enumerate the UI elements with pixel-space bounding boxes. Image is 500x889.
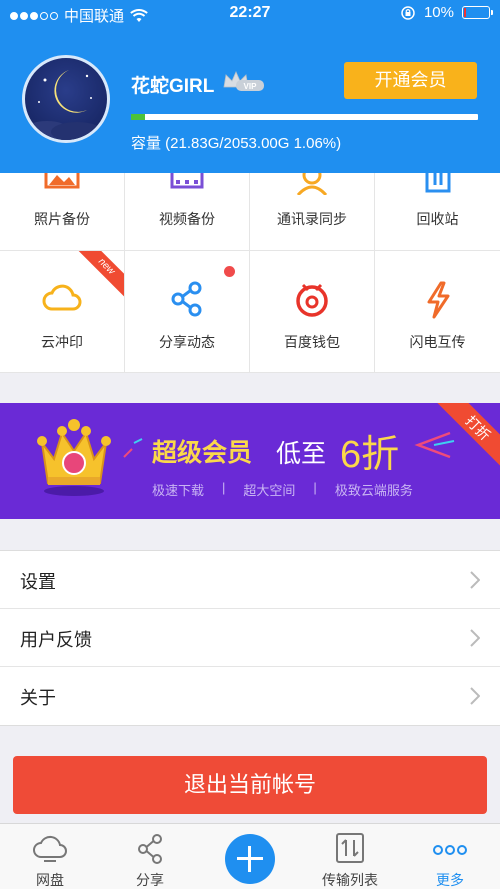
tab-netdisk[interactable]: 网盘 bbox=[0, 824, 100, 889]
menu-item-about[interactable]: 关于 bbox=[0, 667, 500, 725]
grid-item-photo-backup[interactable]: 照片备份 bbox=[0, 173, 125, 251]
crown-icon bbox=[37, 419, 111, 496]
banner-feature: 极致云端服务 bbox=[334, 483, 413, 498]
chevron-right-icon bbox=[470, 687, 480, 705]
super-vip-banner[interactable]: 超级会员 低至 6折 极速下载 | 超大空间 | 极致云端服务 打折 bbox=[0, 403, 500, 519]
moon-icon bbox=[25, 70, 103, 140]
grid-item-share-feed[interactable]: 分享动态 bbox=[125, 251, 250, 373]
tab-label: 分享 bbox=[136, 872, 164, 888]
rotation-lock-icon bbox=[401, 5, 415, 20]
menu-item-label: 用户反馈 bbox=[20, 630, 92, 650]
notification-dot bbox=[224, 266, 235, 277]
menu-item-label: 关于 bbox=[20, 688, 56, 708]
grid-item-label: 视频备份 bbox=[159, 211, 215, 227]
open-vip-button[interactable]: 开通会员 bbox=[344, 62, 477, 99]
battery-percent: 10% bbox=[423, 4, 454, 21]
lightning-icon bbox=[427, 281, 449, 319]
banner-subtitle: 低至 bbox=[276, 440, 327, 468]
share-icon bbox=[171, 281, 202, 317]
more-icon bbox=[433, 845, 467, 855]
wallet-icon bbox=[296, 283, 328, 317]
trash-icon bbox=[425, 173, 450, 193]
decorative-arrow-icon bbox=[414, 431, 455, 459]
decorative-dash-icon bbox=[123, 438, 143, 458]
username: 花蛇GIRL bbox=[131, 76, 215, 97]
grid-item-contacts-sync[interactable]: 通讯录同步 bbox=[250, 173, 375, 251]
grid-item-label: 云冲印 bbox=[41, 334, 83, 350]
storage-text: 容量 (21.83G/2053.00G 1.06%) bbox=[131, 135, 342, 152]
grid-item-cloud-print[interactable]: new 云冲印 bbox=[0, 251, 125, 373]
grid-item-label: 回收站 bbox=[416, 211, 459, 227]
grid-item-label: 照片备份 bbox=[34, 211, 90, 227]
banner-feature: 超大空间 bbox=[243, 483, 296, 498]
tab-transfer-list[interactable]: 传输列表 bbox=[300, 824, 400, 889]
grid-item-flash-transfer[interactable]: 闪电互传 bbox=[375, 251, 500, 373]
cloud-icon bbox=[42, 284, 82, 311]
menu-item-feedback[interactable]: 用户反馈 bbox=[0, 609, 500, 667]
add-button[interactable] bbox=[225, 834, 275, 884]
grid-item-baidu-wallet[interactable]: 百度钱包 bbox=[250, 251, 375, 373]
tab-bar: 网盘 分享 传输列表 更多 bbox=[0, 823, 500, 889]
logout-button[interactable]: 退出当前帐号 bbox=[13, 756, 487, 814]
profile-header: 中国联通 22:27 10% 花蛇GIRL VIP 开通会员 容量 (21.83… bbox=[0, 0, 500, 173]
menu-item-label: 设置 bbox=[20, 572, 56, 592]
settings-menu: 设置 用户反馈 关于 bbox=[0, 550, 500, 726]
cloud-disk-icon bbox=[33, 835, 67, 862]
tab-label: 传输列表 bbox=[322, 872, 378, 888]
grid-item-label: 分享动态 bbox=[159, 334, 215, 350]
contacts-icon bbox=[296, 173, 328, 195]
photo-icon bbox=[44, 173, 80, 189]
tab-label: 更多 bbox=[436, 872, 464, 888]
vip-crown-icon: VIP bbox=[223, 71, 264, 91]
feature-grid: 照片备份 视频备份 通讯录同步 回收站 new 云冲印 分享动态 百度钱包 闪电… bbox=[0, 173, 500, 373]
avatar[interactable] bbox=[22, 55, 110, 143]
banner-feature: 极速下载 bbox=[152, 483, 205, 498]
storage-bar-fill bbox=[131, 114, 145, 120]
chevron-right-icon bbox=[470, 571, 480, 589]
battery-icon bbox=[462, 6, 493, 19]
video-icon bbox=[170, 173, 204, 189]
grid-item-recycle-bin[interactable]: 回收站 bbox=[375, 173, 500, 251]
grid-item-video-backup[interactable]: 视频备份 bbox=[125, 173, 250, 251]
menu-item-settings[interactable]: 设置 bbox=[0, 551, 500, 609]
banner-title: 超级会员 bbox=[152, 439, 253, 467]
grid-item-label: 百度钱包 bbox=[284, 334, 340, 350]
status-bar: 中国联通 22:27 10% bbox=[0, 0, 500, 30]
banner-separator: | bbox=[222, 480, 226, 495]
vip-badge-text: VIP bbox=[244, 82, 258, 91]
chevron-right-icon bbox=[470, 629, 480, 647]
storage-bar bbox=[131, 114, 478, 120]
grid-item-label: 通讯录同步 bbox=[277, 211, 347, 227]
banner-features: 极速下载 | 超大空间 | 极致云端服务 bbox=[152, 480, 413, 499]
share-icon bbox=[138, 834, 162, 864]
tab-label: 网盘 bbox=[36, 872, 64, 888]
grid-item-label: 闪电互传 bbox=[409, 334, 466, 350]
tab-more[interactable]: 更多 bbox=[400, 824, 500, 889]
transfer-icon bbox=[336, 833, 364, 863]
status-right: 10% bbox=[400, 4, 493, 21]
tab-share[interactable]: 分享 bbox=[100, 824, 200, 889]
banner-separator: | bbox=[313, 480, 317, 495]
banner-discount: 6折 bbox=[340, 434, 400, 476]
